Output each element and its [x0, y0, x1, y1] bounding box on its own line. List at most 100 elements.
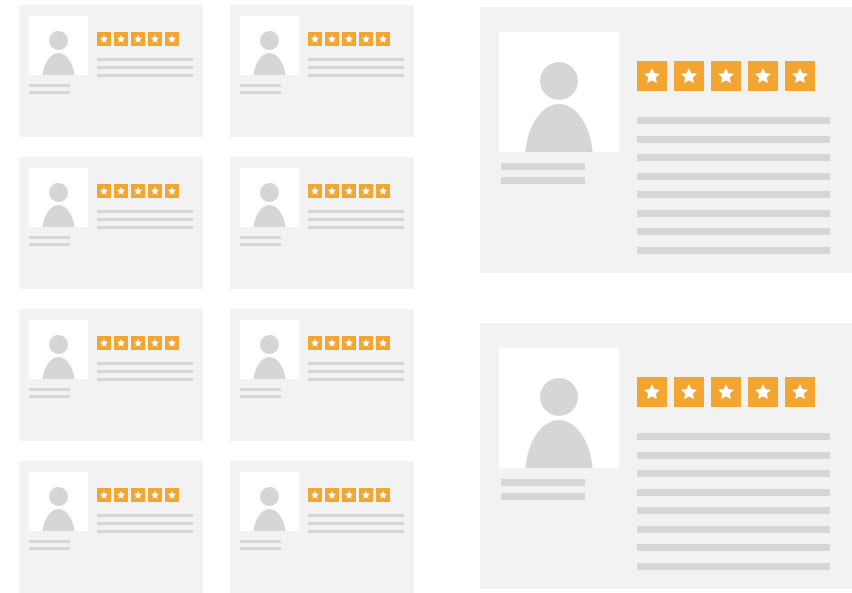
reviewer-name-placeholder — [240, 388, 281, 391]
star-icon — [748, 377, 778, 407]
star-icon — [148, 488, 162, 502]
star-icon — [748, 61, 778, 91]
star-icon — [376, 488, 390, 502]
avatar-body — [42, 53, 75, 75]
review-text-line — [637, 117, 830, 124]
star-icon — [637, 61, 667, 91]
star-rating — [308, 184, 390, 198]
star-icon — [97, 488, 111, 502]
star-icon — [97, 336, 111, 350]
reviewer-name-placeholder — [240, 84, 281, 87]
avatar-head — [260, 31, 279, 50]
review-text-line — [308, 370, 404, 373]
star-icon — [114, 32, 128, 46]
avatar-head — [260, 335, 279, 354]
avatar-head — [49, 487, 68, 506]
avatar-icon — [240, 320, 299, 379]
small-review-card — [19, 461, 203, 593]
star-icon — [376, 336, 390, 350]
star-icon — [785, 377, 815, 407]
review-text-line — [637, 525, 830, 533]
avatar-icon — [499, 348, 619, 468]
reviewer-meta-placeholder — [29, 547, 70, 550]
review-text-line — [637, 562, 830, 570]
small-review-card — [230, 157, 414, 289]
reviewer-meta-placeholder — [240, 395, 281, 398]
star-icon — [325, 488, 339, 502]
reviewer-name-placeholder — [29, 540, 70, 543]
large-review-card — [480, 7, 852, 273]
star-icon — [308, 488, 322, 502]
star-icon — [165, 336, 179, 350]
review-text-line — [637, 209, 830, 217]
avatar-body — [253, 205, 286, 227]
review-text-line — [308, 210, 404, 213]
avatar-head — [540, 378, 578, 416]
star-icon — [148, 336, 162, 350]
review-text-line — [97, 66, 193, 69]
star-icon — [342, 184, 356, 198]
avatar-icon — [29, 168, 88, 227]
star-icon — [148, 184, 162, 198]
star-rating — [308, 488, 390, 502]
review-text-line — [308, 530, 404, 533]
avatar-body — [525, 104, 593, 152]
reviewer-meta-placeholder — [240, 243, 281, 246]
review-text-line — [308, 66, 404, 69]
star-icon — [131, 184, 145, 198]
reviewer-meta-placeholder — [29, 91, 70, 94]
avatar-body — [253, 53, 286, 75]
review-text-line — [637, 246, 830, 254]
large-review-card — [480, 323, 852, 589]
star-rating — [97, 32, 179, 46]
review-text-line — [637, 228, 830, 235]
review-text-line — [637, 451, 830, 459]
review-text-line — [97, 226, 193, 229]
star-rating — [97, 336, 179, 350]
avatar-icon — [29, 320, 88, 379]
review-text-line — [308, 218, 404, 221]
star-icon — [165, 488, 179, 502]
star-rating — [637, 61, 815, 91]
avatar-body — [42, 357, 75, 379]
star-icon — [97, 32, 111, 46]
star-icon — [674, 377, 704, 407]
reviewer-meta-placeholder — [240, 91, 281, 94]
small-review-card — [230, 309, 414, 441]
avatar-icon — [499, 32, 619, 152]
reviewer-meta-placeholder — [501, 493, 585, 500]
review-text-line — [637, 433, 830, 440]
review-text-line — [97, 58, 193, 61]
star-icon — [308, 184, 322, 198]
review-text-line — [97, 522, 193, 525]
review-text-line — [308, 362, 404, 365]
star-icon — [376, 184, 390, 198]
star-icon — [342, 336, 356, 350]
review-text-line — [97, 514, 193, 517]
star-rating — [308, 32, 390, 46]
review-text-line — [637, 544, 830, 551]
star-icon — [114, 488, 128, 502]
star-icon — [711, 377, 741, 407]
star-icon — [342, 32, 356, 46]
avatar-icon — [240, 472, 299, 531]
avatar-body — [253, 509, 286, 531]
star-icon — [308, 32, 322, 46]
small-review-card — [19, 5, 203, 137]
review-text-line — [308, 522, 404, 525]
avatar-body — [253, 357, 286, 379]
star-icon — [308, 336, 322, 350]
avatar-head — [260, 487, 279, 506]
star-icon — [325, 184, 339, 198]
star-icon — [359, 32, 373, 46]
avatar-head — [260, 183, 279, 202]
star-icon — [165, 32, 179, 46]
star-rating — [97, 488, 179, 502]
review-text-line — [637, 507, 830, 514]
star-icon — [674, 61, 704, 91]
review-text-line — [97, 218, 193, 221]
star-icon — [376, 32, 390, 46]
star-icon — [131, 336, 145, 350]
review-text-line — [308, 378, 404, 381]
avatar-body — [525, 420, 593, 468]
